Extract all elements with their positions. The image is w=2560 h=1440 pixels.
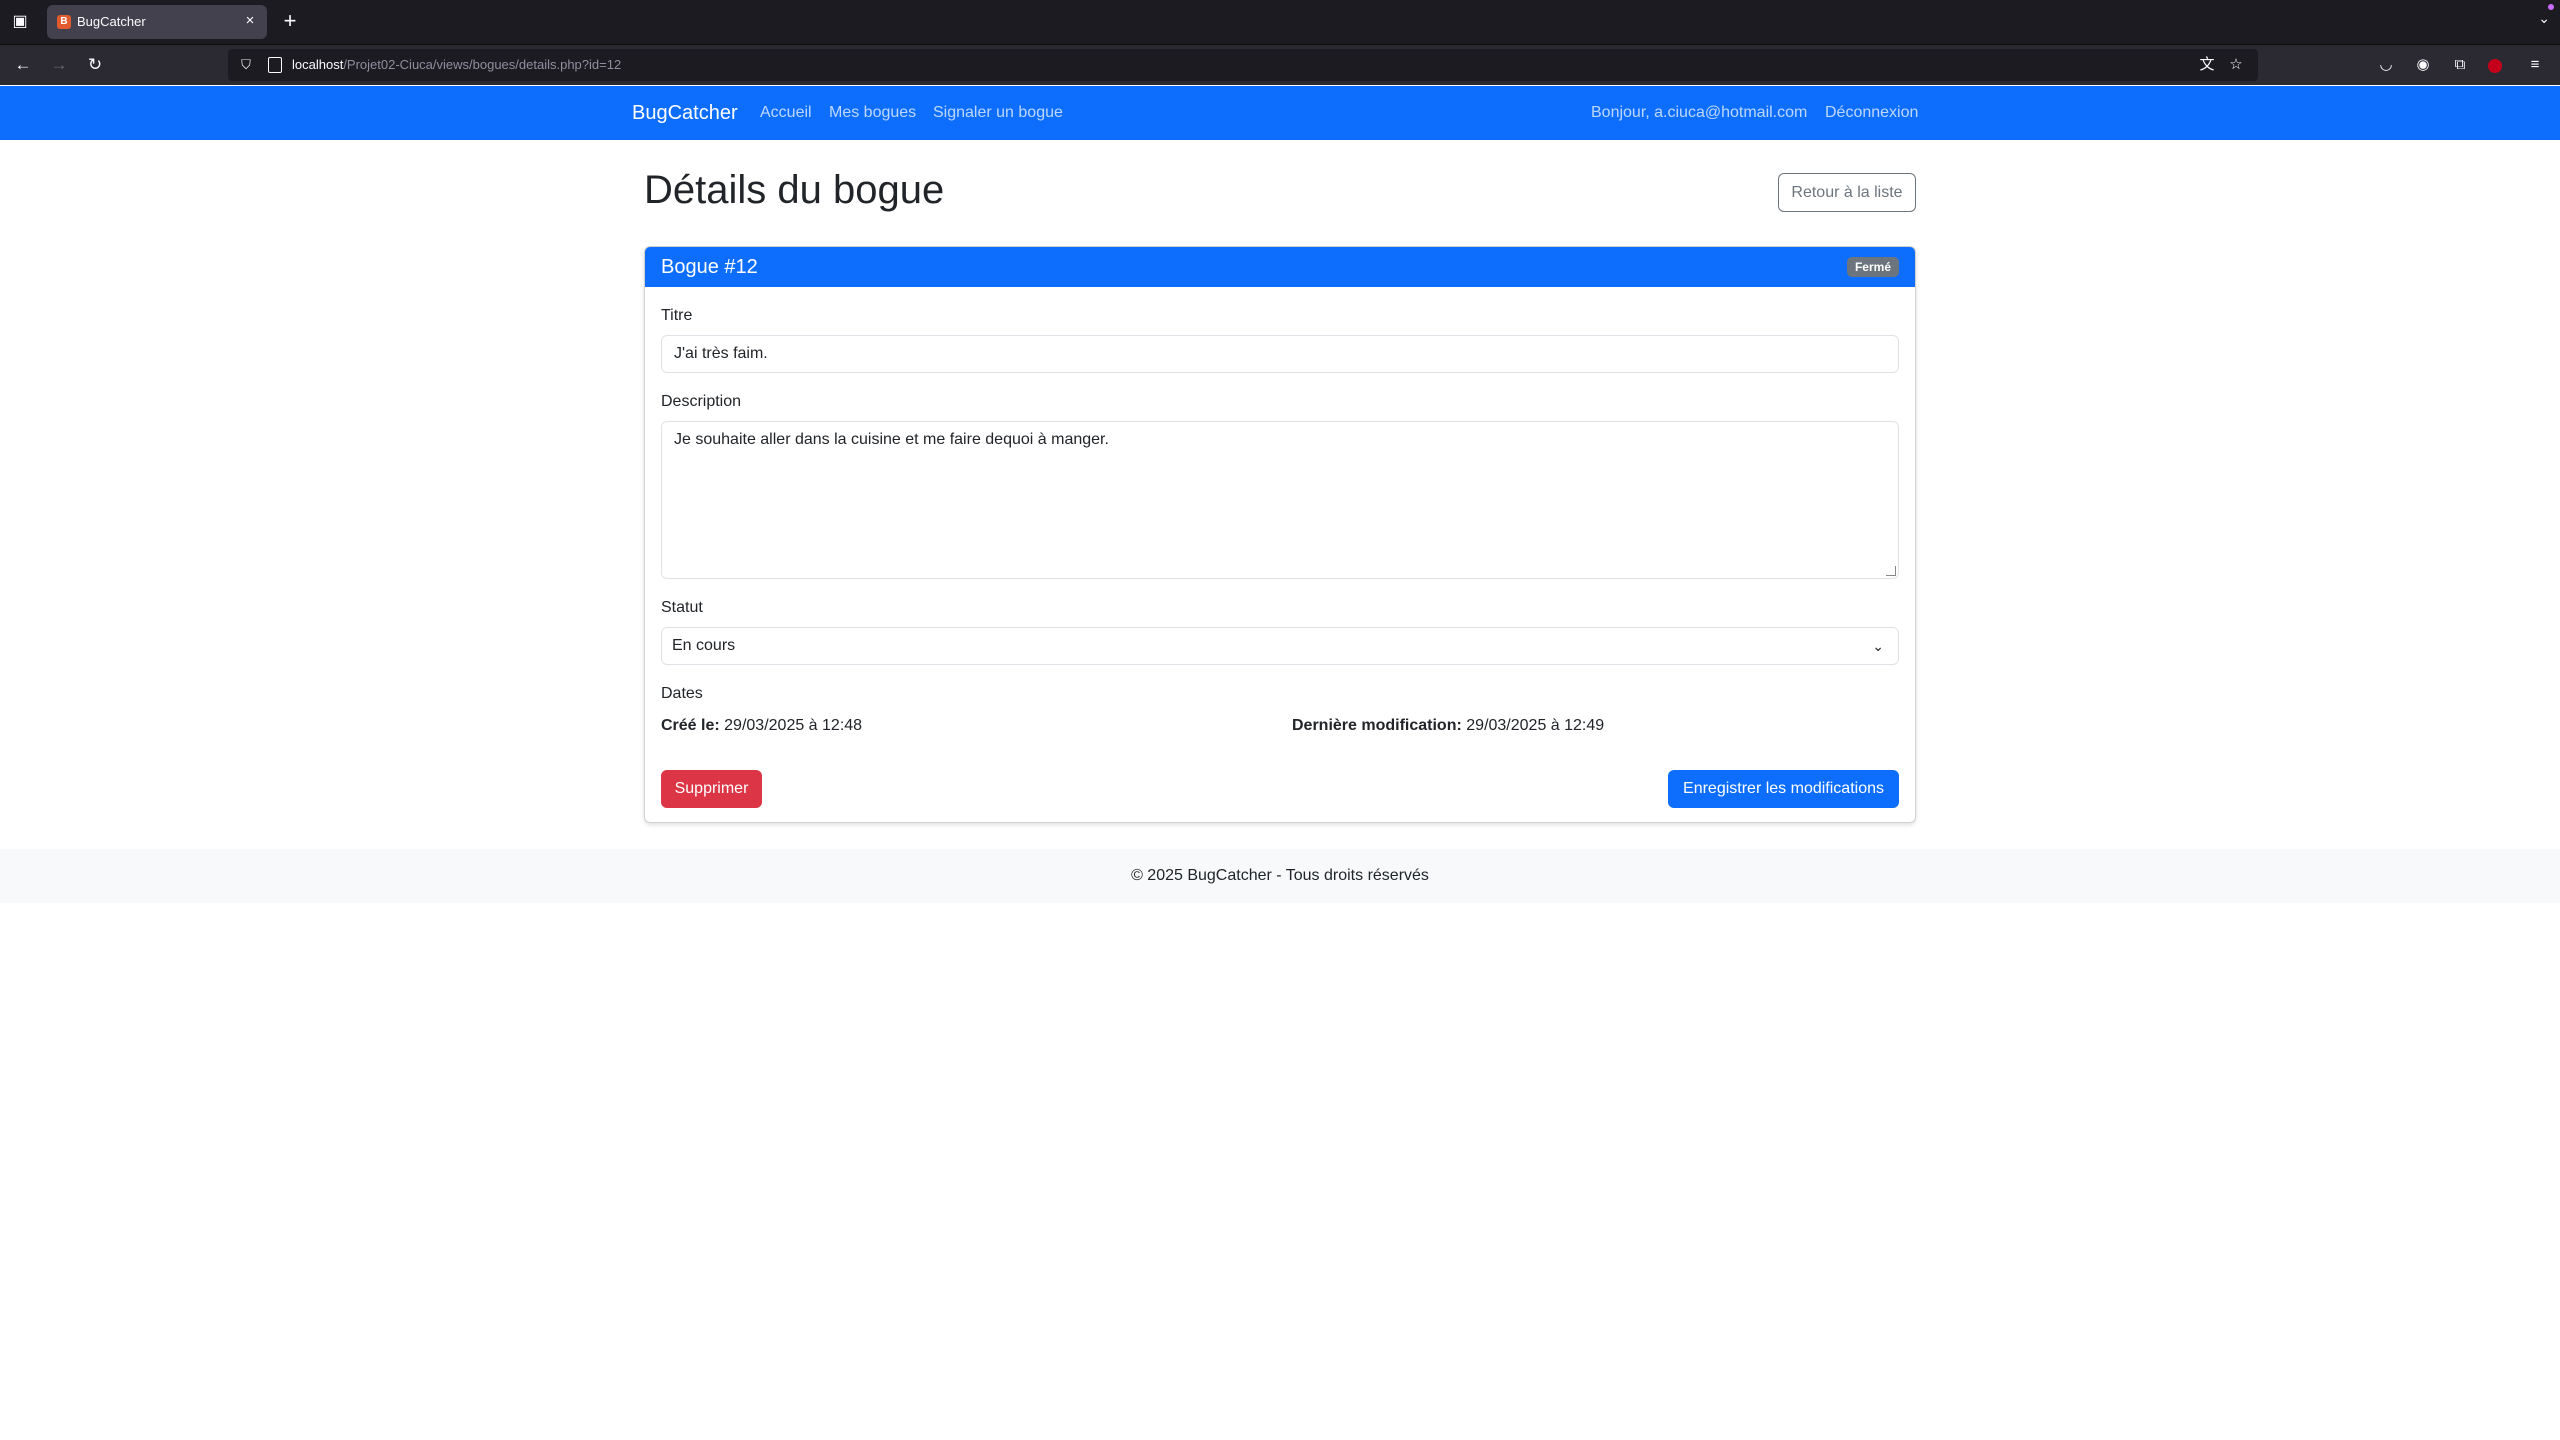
browser-tab[interactable]: B BugCatcher × (47, 5, 267, 39)
new-tab-icon[interactable]: + (279, 10, 301, 32)
status-select[interactable]: En cours ⌄ (661, 627, 1899, 665)
user-greeting: Bonjour, a.ciuca@hotmail.com (1591, 104, 1808, 121)
extensions-icon[interactable]: ⧉ (2450, 55, 2470, 75)
description-text: Je souhaite aller dans la cuisine et me … (674, 431, 1109, 448)
extension-badge-icon[interactable] (2488, 59, 2502, 73)
title-input[interactable] (661, 335, 1899, 373)
browser-tab-bar: ▣ B BugCatcher × + ⌄ (0, 0, 2560, 44)
page-info-icon[interactable] (268, 57, 282, 73)
site-navbar: BugCatcher Accueil Mes bogues Signaler u… (0, 86, 2560, 140)
chevron-down-icon: ⌄ (1872, 638, 1884, 654)
forward-arrow-icon[interactable]: → (48, 54, 70, 76)
notification-dot-icon (2548, 4, 2554, 10)
save-changes-button[interactable]: Enregistrer les modifications (1668, 770, 1899, 808)
nav-link-my-bugs[interactable]: Mes bogues (829, 103, 916, 123)
back-arrow-icon[interactable]: ← (12, 54, 34, 76)
site-footer: © 2025 BugCatcher - Tous droits réservés (0, 849, 2560, 903)
back-to-list-button[interactable]: Retour à la liste (1778, 173, 1916, 212)
modified-value: 29/03/2025 à 12:49 (1466, 717, 1605, 734)
page-title: Détails du bogue (644, 168, 945, 212)
footer-text: © 2025 BugCatcher - Tous droits réservés (1131, 867, 1429, 884)
modified-label: Dernière modification: (1292, 717, 1462, 734)
tab-close-icon[interactable]: × (241, 12, 259, 30)
logout-link[interactable]: Déconnexion (1825, 103, 1918, 123)
description-label: Description (661, 393, 742, 410)
url-bar[interactable]: ⛉ localhost/Projet02-Ciuca/views/bogues/… (228, 49, 2258, 81)
url-text[interactable]: localhost/Projet02-Ciuca/views/bogues/de… (292, 57, 621, 73)
description-textarea[interactable]: Je souhaite aller dans la cuisine et me … (661, 421, 1899, 579)
resize-grip-icon[interactable] (1886, 566, 1896, 576)
status-badge: Fermé (1846, 257, 1899, 277)
shield-icon[interactable]: ⛉ (238, 57, 254, 73)
translate-icon[interactable]: 文 (2198, 56, 2216, 74)
delete-button[interactable]: Supprimer (661, 770, 762, 808)
created-value: 29/03/2025 à 12:48 (724, 717, 863, 734)
status-label: Statut (661, 599, 703, 616)
modified-date: Dernière modification: 29/03/2025 à 12:4… (1292, 716, 1604, 736)
favicon-icon: B (57, 15, 71, 29)
dates-label: Dates (661, 685, 703, 702)
card-header: Bogue #12 Fermé (645, 247, 1915, 287)
nav-link-home[interactable]: Accueil (760, 103, 812, 123)
pocket-icon[interactable]: ◡ (2376, 55, 2396, 75)
created-date: Créé le: 29/03/2025 à 12:48 (661, 716, 862, 736)
reload-icon[interactable]: ↻ (84, 54, 106, 76)
title-label: Titre (661, 307, 693, 324)
brand-link[interactable]: BugCatcher (632, 100, 738, 126)
menu-hamburger-icon[interactable]: ≡ (2525, 55, 2545, 75)
bookmark-star-icon[interactable]: ☆ (2227, 56, 2245, 74)
nav-link-report-bug[interactable]: Signaler un bogue (933, 103, 1063, 123)
tab-title: BugCatcher (77, 14, 146, 29)
browser-toolbar: ← → ↻ ⛉ localhost/Projet02-Ciuca/views/b… (0, 44, 2560, 85)
account-icon[interactable]: ◉ (2413, 55, 2433, 75)
bug-card: Bogue #12 Fermé Titre Description Je sou… (644, 246, 1916, 823)
status-selected-value: En cours (672, 637, 736, 654)
created-label: Créé le: (661, 717, 720, 734)
bug-id-title: Bogue #12 (661, 256, 758, 278)
tab-overflow-chevron-icon[interactable]: ⌄ (2538, 10, 2550, 27)
tab-list-icon[interactable]: ▣ (10, 12, 30, 32)
